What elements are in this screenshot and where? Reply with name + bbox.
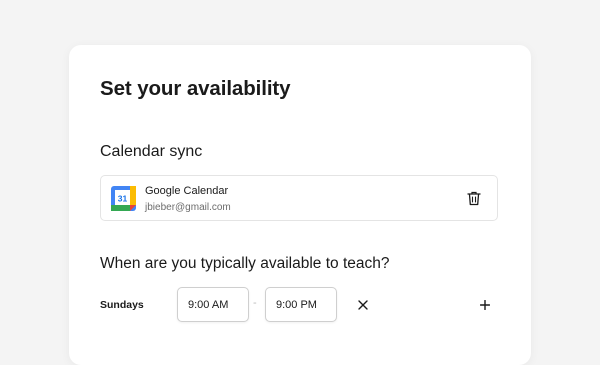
calendar-connection-row: 31 Google Calendar jbieber@gmail.com (100, 175, 498, 221)
availability-card: Set your availability Calendar sync 31 G… (69, 45, 531, 365)
day-label: Sundays (100, 299, 144, 311)
add-time-slot-button[interactable] (475, 295, 495, 315)
google-calendar-icon: 31 (111, 186, 136, 211)
time-separator: - (253, 297, 257, 309)
calendar-sync-heading: Calendar sync (100, 143, 203, 160)
calendar-provider-name: Google Calendar (145, 185, 229, 197)
end-time-input[interactable] (265, 287, 337, 322)
calendar-account-email: jbieber@gmail.com (145, 202, 231, 213)
start-time-input[interactable] (177, 287, 249, 322)
plus-icon (480, 300, 490, 310)
remove-time-slot-button[interactable] (353, 295, 373, 315)
close-icon (358, 300, 368, 310)
calendar-icon-day: 31 (118, 194, 128, 204)
page-title: Set your availability (100, 77, 291, 100)
trash-icon[interactable] (467, 191, 481, 206)
availability-question: When are you typically available to teac… (100, 255, 390, 272)
